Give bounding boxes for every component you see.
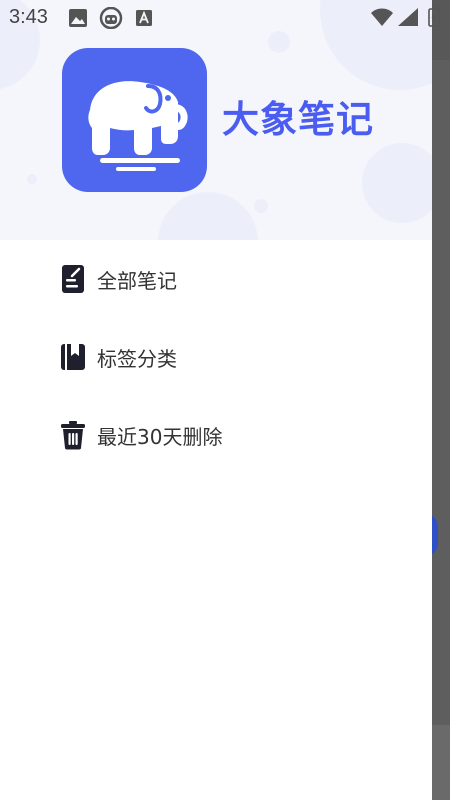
wifi-icon (371, 8, 393, 26)
bookmark-book-icon (60, 341, 86, 373)
image-icon (69, 9, 87, 27)
menu-item-label: 标签分类 (97, 346, 177, 371)
navigation-drawer: 大象笔记 全部笔记 标签分类 最近30天删除 (0, 0, 432, 800)
menu-item-label: 最近30天删除 (97, 424, 223, 449)
trash-icon (60, 419, 86, 451)
elephant-icon (88, 81, 188, 171)
status-time: 3:43 (9, 6, 48, 28)
menu-item-label: 全部笔记 (97, 268, 177, 293)
headset-robot-icon (99, 7, 123, 29)
drawer-header: 大象笔记 (0, 0, 432, 240)
menu-item-all-notes[interactable]: 全部笔记 (60, 259, 177, 299)
decor-circle (27, 174, 37, 184)
decor-circle (362, 143, 432, 223)
app-name: 大象笔记 (222, 98, 374, 141)
note-icon (60, 263, 86, 295)
keyboard-a-icon (136, 10, 152, 26)
decor-circle (254, 199, 268, 213)
battery-charging-icon (428, 7, 440, 27)
status-bar: 3:43 (0, 0, 450, 36)
menu-item-tag-categories[interactable]: 标签分类 (60, 337, 177, 377)
menu-item-recently-deleted[interactable]: 最近30天删除 (60, 415, 222, 455)
app-logo (62, 48, 207, 192)
decor-circle (158, 192, 258, 240)
signal-icon (398, 8, 418, 26)
